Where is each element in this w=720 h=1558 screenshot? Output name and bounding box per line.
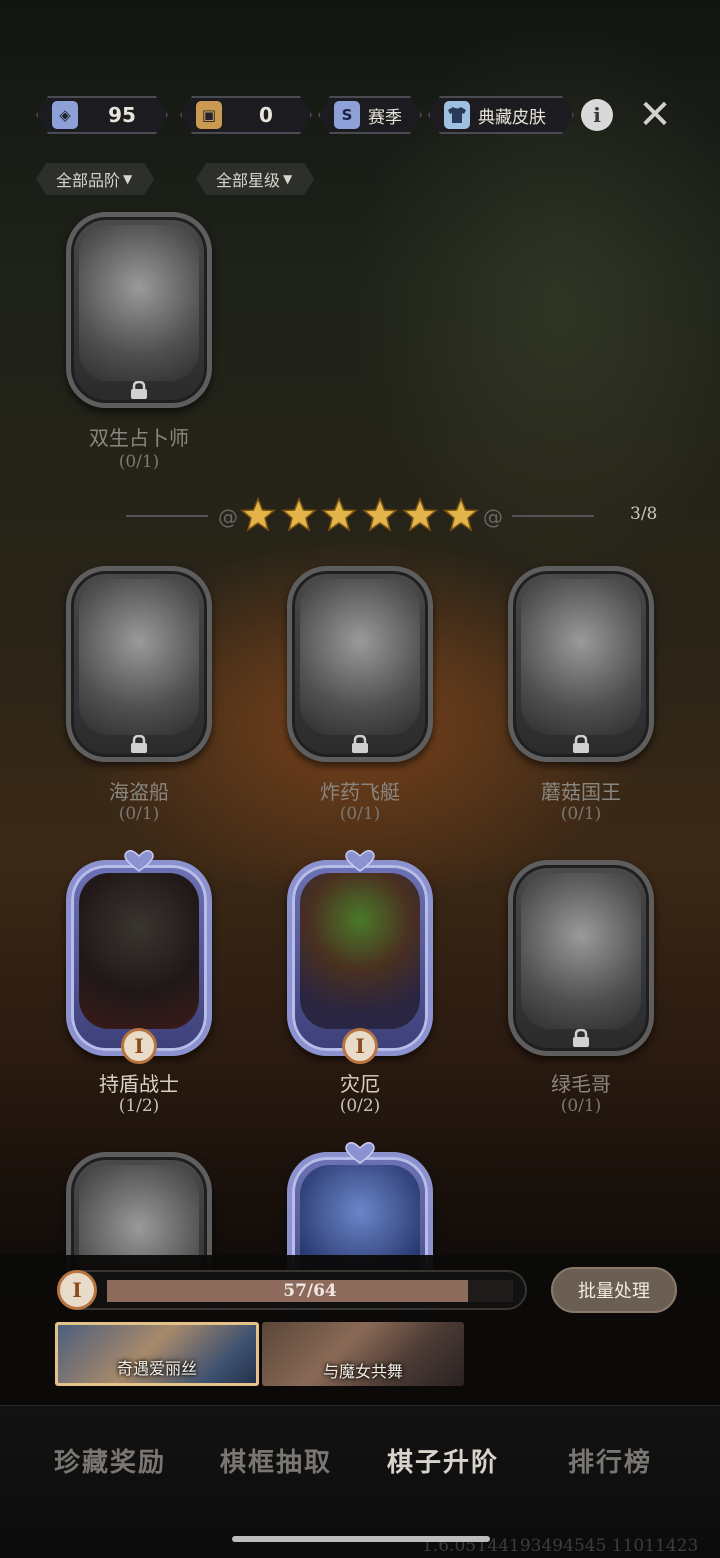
- chevron-down-icon: ▼: [123, 172, 133, 186]
- divider: [512, 515, 594, 517]
- banner-alice[interactable]: 奇遇爱丽丝: [55, 1322, 259, 1386]
- piece-name: 双生占卜师: [89, 426, 189, 450]
- dynamite-airship-art: [300, 579, 420, 735]
- lock-icon: [131, 735, 147, 753]
- info-icon[interactable]: i: [581, 99, 613, 131]
- piece-card-pirate-ship[interactable]: [66, 566, 212, 762]
- tier-badge: I: [57, 1270, 97, 1310]
- piece-name: 绿毛哥: [551, 1072, 611, 1096]
- lock-icon: [573, 1029, 589, 1047]
- tab-piece-upgrade[interactable]: 棋子升阶: [368, 1442, 518, 1479]
- blue-card-icon: ◈: [52, 101, 78, 129]
- star-icon: [402, 497, 438, 532]
- season-button[interactable]: S 赛季: [318, 96, 422, 134]
- season-s-icon: S: [334, 101, 360, 129]
- banner-witch-dance[interactable]: 与魔女共舞: [262, 1322, 464, 1386]
- gold-currency-value: 0: [259, 103, 273, 127]
- divider: [126, 515, 208, 517]
- piece-card-green-hair[interactable]: [508, 860, 654, 1056]
- piece-count: (0/1): [118, 452, 160, 472]
- season-label: 赛季: [368, 107, 402, 128]
- heart-icon: [345, 850, 375, 872]
- star-filter-label: 全部星级: [216, 171, 281, 190]
- shirt-icon: [444, 101, 470, 129]
- piece-card-twin-fortune-teller[interactable]: [66, 212, 212, 408]
- mushroom-king-art: [521, 579, 641, 735]
- collection-skin-label: 典藏皮肤: [478, 107, 546, 128]
- lock-icon: [573, 735, 589, 753]
- piece-name: 炸药飞艇: [320, 780, 400, 804]
- piece-count: (1/2): [118, 1096, 160, 1116]
- star-icon: [321, 497, 357, 532]
- lock-icon: [131, 381, 147, 399]
- piece-count: (0/2): [339, 1096, 381, 1116]
- upgrade-progress: 57/64 I: [57, 1270, 527, 1310]
- piece-card-mushroom-king[interactable]: [508, 566, 654, 762]
- piece-name: 蘑菇国王: [541, 780, 621, 804]
- piece-count: (0/1): [339, 804, 381, 824]
- close-icon[interactable]: ✕: [636, 95, 674, 135]
- piece-name: 持盾战士: [99, 1072, 179, 1096]
- piece-count: (0/1): [560, 804, 602, 824]
- piece-card-shield-warrior[interactable]: [66, 860, 212, 1056]
- heart-icon: [124, 850, 154, 872]
- tab-frame-draw[interactable]: 棋框抽取: [201, 1442, 351, 1479]
- card-currency-pill[interactable]: ◈ 95: [36, 96, 168, 134]
- gold-currency-pill[interactable]: ▣ 0: [180, 96, 312, 134]
- chevron-down-icon: ▼: [283, 172, 293, 186]
- gold-card-icon: ▣: [196, 101, 222, 129]
- star-icon: [281, 497, 317, 532]
- star-icon: [443, 497, 479, 532]
- progress-track: 57/64: [107, 1280, 513, 1302]
- piece-name: 灾厄: [340, 1072, 380, 1096]
- swirl-ornament-icon: @: [218, 505, 238, 529]
- banner-label: 奇遇爱丽丝: [116, 1359, 197, 1378]
- calamity-art: [300, 873, 420, 1029]
- tab-collection-rewards[interactable]: 珍藏奖励: [35, 1442, 185, 1479]
- star-icon: [362, 497, 398, 532]
- card-currency-value: 95: [108, 103, 136, 127]
- tier-badge: I: [342, 1028, 378, 1064]
- piece-count: (0/1): [560, 1096, 602, 1116]
- twin-fortune-teller-art: [79, 225, 199, 381]
- home-indicator[interactable]: [232, 1536, 490, 1542]
- lock-icon: [352, 735, 368, 753]
- progress-text: 57/64: [283, 1281, 337, 1301]
- swirl-ornament-icon: @: [483, 505, 503, 529]
- batch-process-button[interactable]: 批量处理: [551, 1267, 677, 1313]
- tier-badge: I: [121, 1028, 157, 1064]
- pirate-ship-art: [79, 579, 199, 735]
- piece-card-dynamite-airship[interactable]: [287, 566, 433, 762]
- collection-skin-button[interactable]: 典藏皮肤: [428, 96, 574, 134]
- star-filter-dropdown[interactable]: 全部星级 ▼: [196, 163, 314, 195]
- shield-warrior-art: [79, 873, 199, 1029]
- heart-icon: [345, 1142, 375, 1164]
- piece-name: 海盗船: [109, 780, 169, 804]
- quality-filter-label: 全部品阶: [56, 171, 121, 190]
- green-hair-art: [521, 873, 641, 1029]
- star-tier-progress: 3/8: [630, 504, 658, 524]
- piece-count: (0/1): [118, 804, 160, 824]
- banner-label: 与魔女共舞: [322, 1362, 403, 1381]
- quality-filter-dropdown[interactable]: 全部品阶 ▼: [36, 163, 154, 195]
- star-icon: [240, 497, 276, 532]
- piece-card-calamity[interactable]: [287, 860, 433, 1056]
- tab-leaderboard[interactable]: 排行榜: [535, 1442, 685, 1479]
